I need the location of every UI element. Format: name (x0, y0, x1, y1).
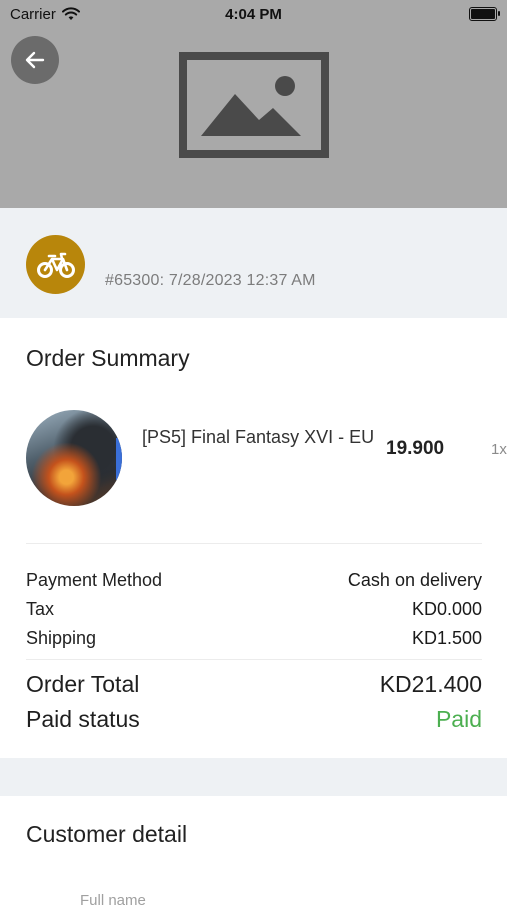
battery-icon (469, 7, 500, 21)
order-total-label: Order Total (26, 671, 140, 697)
image-placeholder-icon (179, 52, 329, 158)
delivery-badge (26, 235, 85, 294)
shipping-label: Shipping (26, 628, 97, 648)
tax-row: Tax KD0.000 (26, 599, 482, 620)
list-item[interactable]: [PS5] Final Fantasy XVI - EU 19.900 1x (26, 410, 507, 506)
order-header: #65300: 7/28/2023 12:37 AM (0, 208, 507, 318)
order-total-value: KD21.400 (379, 671, 482, 697)
divider (26, 659, 482, 660)
product-quantity: 1x (491, 441, 507, 458)
payment-method-label: Payment Method (26, 570, 163, 590)
back-button[interactable] (11, 36, 59, 84)
paid-status-value: Paid (435, 706, 482, 732)
paid-status-label: Paid status (26, 706, 140, 732)
tax-value: KD0.000 (411, 599, 482, 619)
arrow-left-icon (25, 51, 45, 69)
shipping-row: Shipping KD1.500 (26, 628, 482, 649)
hero-image (0, 0, 507, 208)
full-name-label: Full name (80, 892, 146, 909)
battery-level (471, 9, 495, 19)
section-separator (0, 758, 507, 796)
order-summary-section: Order Summary [PS5] Final Fantasy XVI - … (0, 318, 507, 758)
wifi-icon (61, 7, 80, 20)
divider (26, 543, 482, 544)
payment-method-row: Payment Method Cash on delivery (26, 570, 482, 591)
customer-detail-title: Customer detail (26, 821, 188, 847)
shipping-value: KD1.500 (411, 628, 482, 648)
product-thumbnail (26, 410, 122, 506)
product-price: 19.900 (386, 438, 445, 459)
bicycle-icon (36, 252, 75, 278)
tax-label: Tax (26, 599, 55, 619)
customer-detail-section: Customer detail Full name (0, 796, 507, 909)
paid-status-row: Paid status Paid (26, 706, 482, 733)
payment-method-value: Cash on delivery (347, 570, 482, 590)
status-bar: Carrier 4:04 PM (0, 0, 507, 28)
order-summary-title: Order Summary (26, 345, 190, 371)
order-number-date: #65300: 7/28/2023 12:37 AM (105, 272, 316, 289)
carrier-label: Carrier (10, 5, 56, 23)
product-name: [PS5] Final Fantasy XVI - EU (142, 427, 375, 447)
order-total-row: Order Total KD21.400 (26, 671, 482, 698)
